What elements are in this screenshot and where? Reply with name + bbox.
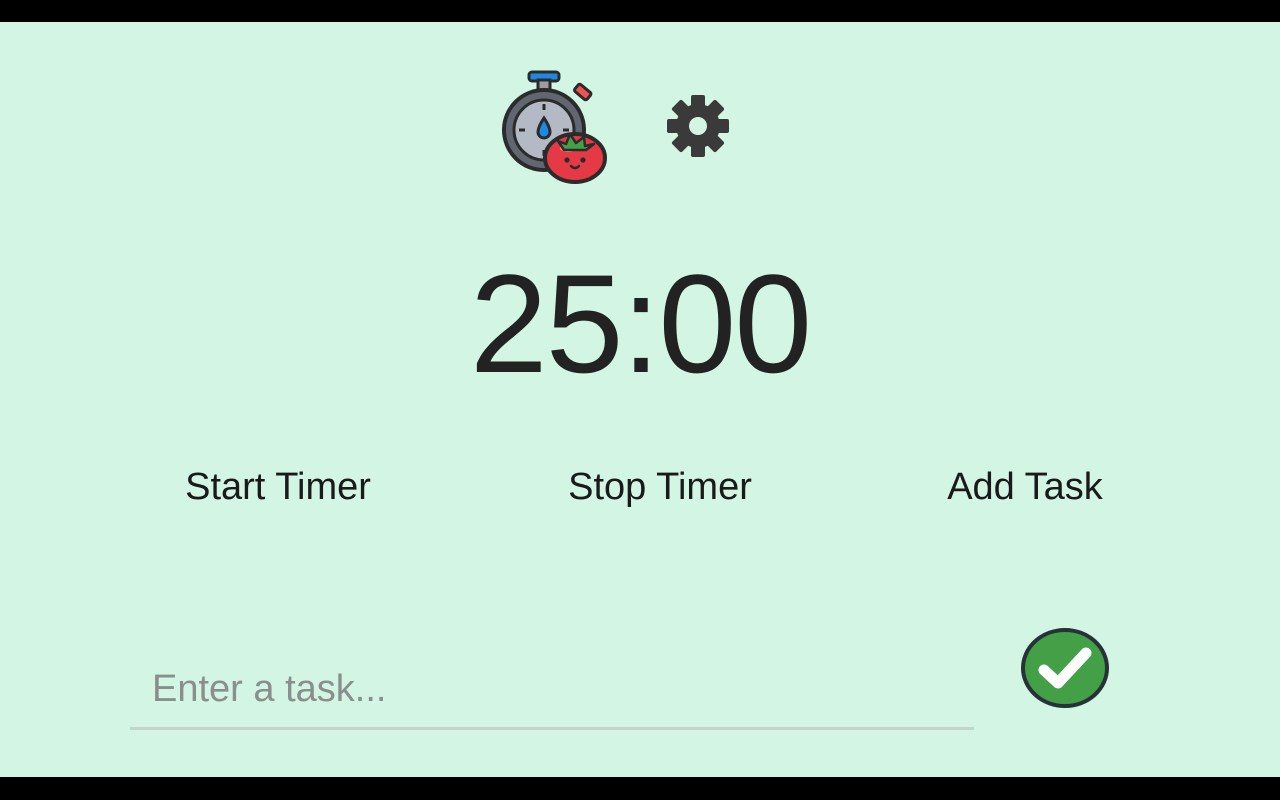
task-input[interactable]	[130, 652, 974, 730]
settings-button[interactable]	[664, 92, 732, 160]
top-letterbox	[0, 0, 1280, 22]
start-timer-button[interactable]: Start Timer	[176, 462, 380, 512]
app-logo	[500, 68, 610, 184]
app-viewport: 25:00 Start Timer Stop Timer Add Task	[0, 22, 1280, 777]
checkmark-icon	[1021, 628, 1109, 708]
gear-icon	[667, 95, 729, 157]
timer-display: 25:00	[469, 245, 812, 402]
bottom-letterbox	[0, 777, 1280, 800]
stop-timer-button[interactable]: Stop Timer	[560, 462, 760, 512]
stopwatch-tomato-icon	[502, 70, 607, 184]
submit-task-button[interactable]	[1020, 627, 1110, 709]
add-task-button[interactable]: Add Task	[938, 462, 1112, 512]
